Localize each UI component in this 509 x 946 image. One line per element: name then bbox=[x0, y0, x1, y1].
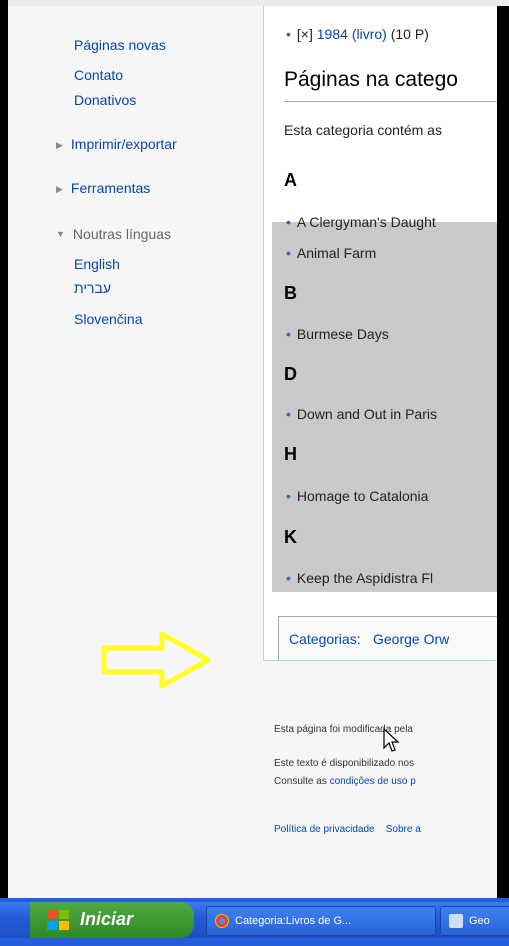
subcategory-item: • [×] 1984 (livro) (10 P) bbox=[286, 26, 429, 42]
start-button[interactable]: Iniciar bbox=[30, 902, 194, 938]
group-letter-b: B bbox=[284, 283, 297, 303]
bullet: • bbox=[286, 326, 291, 342]
bullet: • bbox=[286, 570, 291, 586]
sidebar: Páginas novas Contato Donativos ▶ Imprimi… bbox=[8, 6, 263, 898]
footer-about-link[interactable]: Sobre a bbox=[386, 824, 421, 835]
list-item-link[interactable]: Keep the Aspidistra Fl bbox=[297, 570, 433, 586]
mouse-cursor-icon bbox=[383, 728, 400, 752]
footer-consult: Consulte as condições de uso p bbox=[274, 776, 416, 787]
bullet: • bbox=[286, 214, 291, 230]
group-letter-h: H bbox=[284, 444, 297, 464]
taskbar-item-second-label: Geo bbox=[469, 915, 490, 927]
bullet: • bbox=[286, 488, 291, 504]
list-item[interactable]: • Homage to Catalonia bbox=[286, 488, 428, 504]
annotation-arrow-icon bbox=[101, 631, 211, 689]
sidebar-section-tools-label: Ferramentas bbox=[70, 180, 151, 196]
sidebar-section-languages-label: Noutras línguas bbox=[72, 226, 171, 242]
group-letter-d: D bbox=[284, 364, 297, 384]
list-item-link[interactable]: A Clergyman's Daught bbox=[297, 214, 436, 230]
bullet: • bbox=[286, 245, 291, 261]
taskbar-item-browser-label: Categoria:Livros de G... bbox=[235, 915, 352, 927]
sidebar-section-print-export-label: Imprimir/exportar bbox=[70, 136, 177, 152]
subcategory-toggle[interactable]: [×] bbox=[297, 26, 313, 42]
subcategory-link-livro[interactable]: (livro) bbox=[352, 26, 387, 42]
bullet: • bbox=[286, 26, 291, 42]
subcategory-link-1984[interactable]: 1984 bbox=[317, 26, 348, 42]
list-item-link[interactable]: Down and Out in Paris bbox=[297, 406, 437, 422]
windows-logo-icon bbox=[47, 910, 69, 930]
section-heading: Páginas na catego bbox=[284, 68, 458, 91]
main-content: • [×] 1984 (livro) (10 P) Páginas na cate… bbox=[263, 6, 497, 661]
footer-terms-link[interactable]: condições de uso p bbox=[330, 776, 416, 787]
sidebar-section-tools[interactable]: ▶ Ferramentas bbox=[56, 180, 150, 196]
list-item-link[interactable]: Homage to Catalonia bbox=[297, 488, 429, 504]
taskbar-item-second[interactable]: Geo bbox=[440, 906, 509, 936]
subcategory-count: (10 P) bbox=[390, 26, 429, 42]
list-item-link[interactable]: Animal Farm bbox=[297, 245, 376, 261]
footer-links: Política de privacidade Sobre a bbox=[274, 824, 421, 835]
list-item[interactable]: • Down and Out in Paris bbox=[286, 406, 437, 422]
triangle-right-icon: ▶ bbox=[56, 140, 63, 150]
list-item[interactable]: • Animal Farm bbox=[286, 245, 376, 261]
language-link-hebrew[interactable]: עברית bbox=[74, 280, 111, 296]
windows-taskbar: Iniciar Categoria:Livros de G... Geo bbox=[0, 898, 509, 946]
sidebar-section-print-export[interactable]: ▶ Imprimir/exportar bbox=[56, 136, 177, 152]
category-link[interactable]: George Orw bbox=[373, 631, 449, 647]
language-link-english[interactable]: English bbox=[74, 256, 120, 272]
list-item[interactable]: • Keep the Aspidistra Fl bbox=[286, 570, 433, 586]
language-link-slovak[interactable]: Slovenčina bbox=[74, 311, 143, 327]
heading-underline bbox=[284, 101, 497, 102]
list-item-link[interactable]: Burmese Days bbox=[297, 326, 389, 342]
list-item[interactable]: • Burmese Days bbox=[286, 326, 389, 342]
browser-viewport: Páginas novas Contato Donativos ▶ Imprimi… bbox=[8, 6, 497, 898]
group-letter-k: K bbox=[284, 527, 297, 547]
footer-license: Este texto é disponibilizado nos bbox=[274, 758, 415, 769]
triangle-down-icon: ▼ bbox=[56, 229, 65, 239]
category-intro: Esta categoria contém as bbox=[284, 122, 442, 138]
taskbar-item-browser[interactable]: Categoria:Livros de G... bbox=[206, 906, 436, 936]
start-label: Iniciar bbox=[80, 909, 134, 929]
chrome-icon bbox=[215, 914, 229, 928]
sidebar-link-new-pages[interactable]: Páginas novas bbox=[74, 37, 166, 53]
left-border bbox=[0, 0, 8, 946]
document-icon bbox=[449, 914, 463, 928]
categories-box: Categorias: George Orw bbox=[278, 616, 497, 660]
categories-label[interactable]: Categorias: bbox=[289, 631, 361, 647]
bullet: • bbox=[286, 406, 291, 422]
group-letter-a: A bbox=[284, 170, 297, 190]
footer-privacy-link[interactable]: Política de privacidade bbox=[274, 824, 375, 835]
triangle-right-icon: ▶ bbox=[56, 184, 63, 194]
list-item[interactable]: • A Clergyman's Daught bbox=[286, 214, 436, 230]
sidebar-section-languages[interactable]: ▼ Noutras línguas bbox=[56, 226, 171, 242]
footer-consult-prefix: Consulte as bbox=[274, 776, 327, 787]
sidebar-link-contact[interactable]: Contato bbox=[74, 67, 123, 83]
sidebar-link-donate[interactable]: Donativos bbox=[74, 92, 136, 108]
